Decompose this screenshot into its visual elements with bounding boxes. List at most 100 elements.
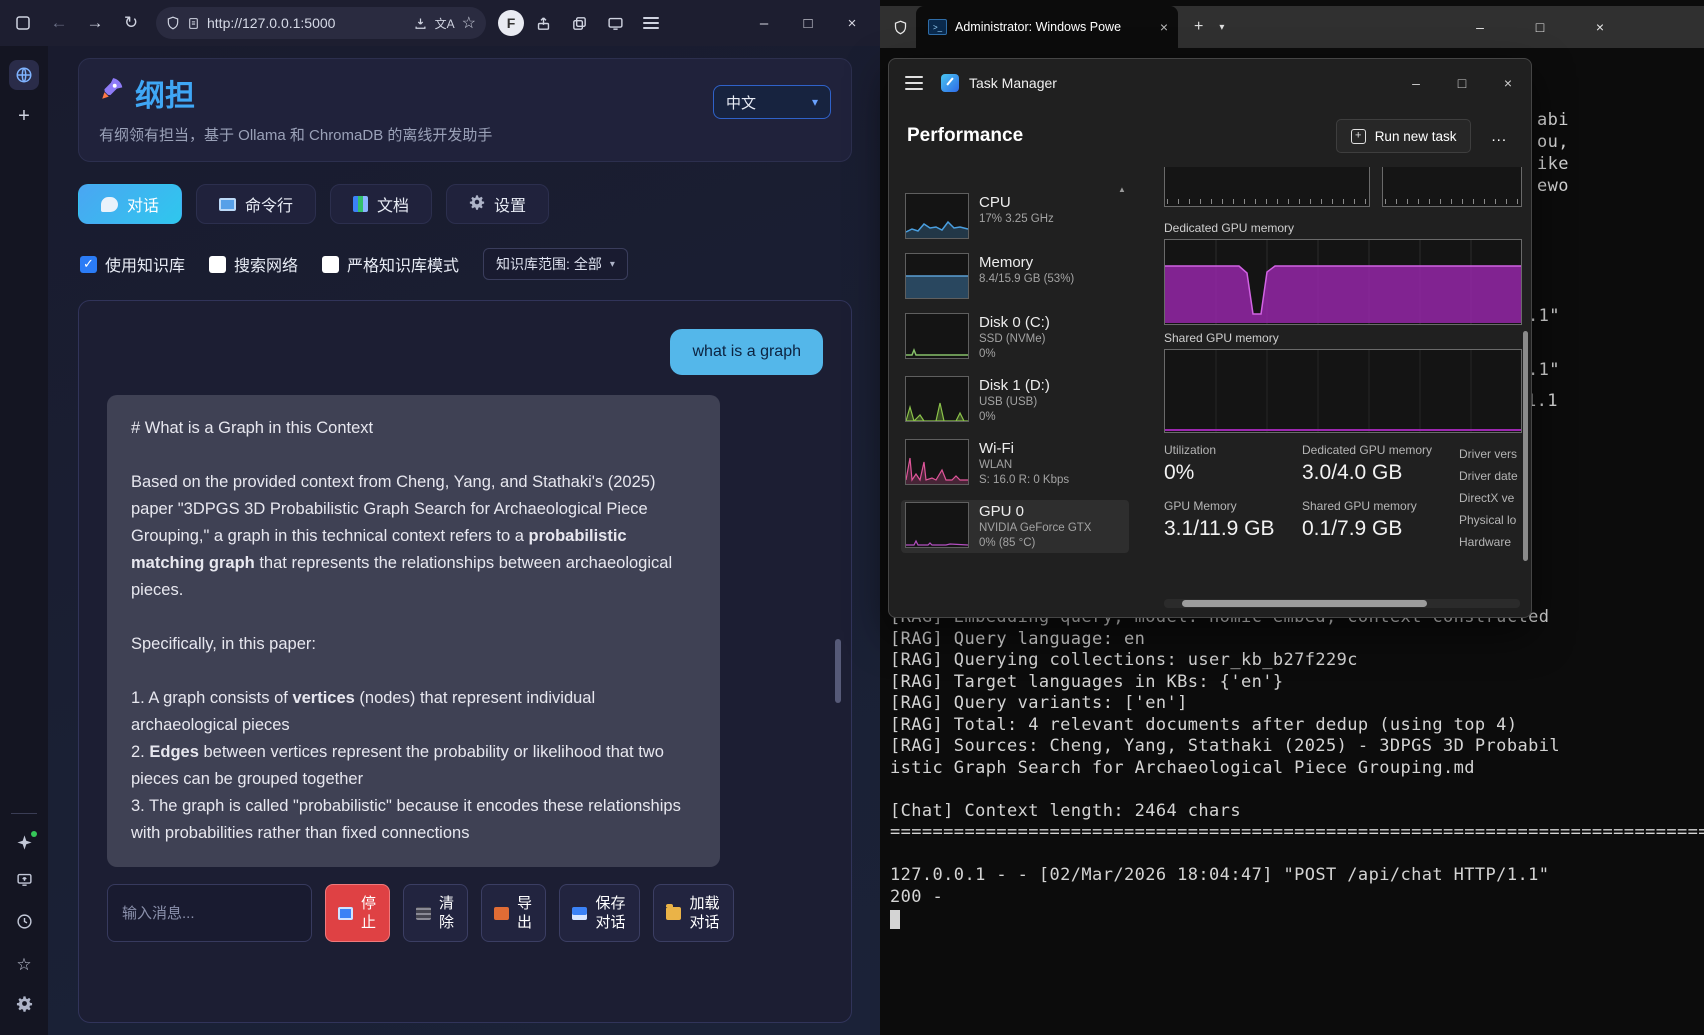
disk0-graph-thumbnail bbox=[905, 313, 969, 359]
vertical-scrollbar[interactable] bbox=[1523, 331, 1528, 561]
export-icon bbox=[494, 906, 509, 920]
favorites-star-icon[interactable]: ☆ bbox=[16, 955, 31, 975]
dedicated-gpu-memory-label: Dedicated GPU memory bbox=[1164, 221, 1295, 235]
wifi-graph-thumbnail bbox=[905, 439, 969, 485]
option-use-knowledge-base[interactable]: ✓ 使用知识库 bbox=[80, 252, 185, 276]
horizontal-scrollbar[interactable] bbox=[1164, 599, 1520, 608]
save-chat-button[interactable]: 保存对话 bbox=[559, 884, 640, 942]
terminal-text-fragment: ike bbox=[1537, 154, 1569, 174]
site-security-shield-icon[interactable] bbox=[166, 16, 180, 30]
terminal-monitor-icon bbox=[219, 197, 237, 211]
stop-button[interactable]: 停止 bbox=[325, 884, 390, 942]
forward-button[interactable]: → bbox=[78, 7, 112, 39]
stat-dedicated-memory: Dedicated GPU memory 3.0/4.0 GB bbox=[1302, 443, 1433, 484]
favorite-star-icon[interactable]: ☆ bbox=[462, 13, 476, 33]
hamburger-menu-icon[interactable] bbox=[905, 76, 923, 90]
shared-gpu-memory-chart bbox=[1164, 349, 1522, 433]
app-title: 纲担 bbox=[135, 80, 195, 113]
tab-settings[interactable]: 设置 bbox=[446, 184, 550, 224]
option-label: 搜索网络 bbox=[234, 258, 299, 275]
collections-icon[interactable] bbox=[562, 7, 596, 39]
memory-graph-thumbnail bbox=[905, 253, 969, 299]
settings-gear-icon[interactable] bbox=[16, 995, 33, 1017]
tm-close-button[interactable]: × bbox=[1485, 59, 1531, 107]
language-select[interactable]: 中文 ▾ bbox=[713, 85, 831, 119]
sidebar-divider bbox=[11, 813, 37, 814]
tab-chat[interactable]: 对话 bbox=[78, 184, 183, 224]
tab-actions-icon[interactable] bbox=[6, 7, 40, 39]
run-new-task-label: Run new task bbox=[1374, 128, 1457, 144]
terminal-text-fragment: .1" bbox=[1528, 360, 1560, 380]
load-chat-button[interactable]: 加载对话 bbox=[653, 884, 734, 942]
checkbox-icon[interactable]: ✓ bbox=[322, 255, 340, 273]
share-icon[interactable] bbox=[526, 7, 560, 39]
save-icon bbox=[572, 906, 587, 920]
browser-window: ← → ↻ http://127.0.0.1:5000 文A ☆ F – □ ×… bbox=[0, 0, 880, 1035]
gpu-detail-panel: Dedicated GPU memory Shared GPU memory U… bbox=[1164, 167, 1522, 617]
chat-input-row: 停止 清除 导出 保存对话 bbox=[107, 884, 823, 942]
language-value: 中文 bbox=[726, 94, 757, 112]
disk1-graph-thumbnail bbox=[905, 376, 969, 422]
stat-shared-memory: Shared GPU memory 0.1/7.9 GB bbox=[1302, 499, 1417, 540]
perf-item-memory[interactable]: Memory 8.4/15.9 GB (53%) bbox=[901, 251, 1129, 301]
task-manager-app-icon bbox=[941, 74, 959, 92]
chat-panel: what is a graph # What is a Graph in thi… bbox=[78, 300, 852, 1023]
task-manager-header: Performance Run new task ... bbox=[889, 107, 1531, 165]
export-button[interactable]: 导出 bbox=[481, 884, 546, 942]
back-button[interactable]: ← bbox=[42, 7, 76, 39]
partial-charts-row bbox=[1164, 167, 1522, 207]
profile-avatar[interactable]: F bbox=[498, 10, 524, 36]
tab-documents[interactable]: 文档 bbox=[330, 184, 433, 224]
folder-icon bbox=[666, 903, 681, 920]
option-strict-kb-mode[interactable]: ✓ 严格知识库模式 bbox=[322, 252, 459, 276]
horizontal-scrollbar-thumb[interactable] bbox=[1182, 600, 1427, 607]
clear-button[interactable]: 清除 bbox=[403, 884, 468, 942]
reload-button[interactable]: ↻ bbox=[114, 7, 148, 39]
run-new-task-button[interactable]: Run new task bbox=[1335, 119, 1472, 153]
perf-item-cpu[interactable]: CPU 17% 3.25 GHz bbox=[901, 191, 1129, 241]
option-label: 严格知识库模式 bbox=[347, 258, 460, 275]
copilot-sparkle-icon[interactable] bbox=[16, 831, 37, 851]
terminal-text-fragment: ou, bbox=[1537, 132, 1569, 152]
performance-sidebar: CPU 17% 3.25 GHz Memory 8.4/15.9 GB (53%… bbox=[901, 191, 1129, 617]
browser-maximize-button[interactable]: □ bbox=[786, 7, 830, 39]
options-row: ✓ 使用知识库 ✓ 搜索网络 ✓ 严格知识库模式 知识库范围: 全部 ▾ bbox=[80, 248, 880, 280]
chevron-down-icon: ▾ bbox=[609, 258, 615, 270]
screen-share-icon[interactable] bbox=[16, 871, 33, 893]
checkbox-icon[interactable]: ✓ bbox=[209, 255, 227, 273]
perf-item-wifi[interactable]: Wi-Fi WLAN S: 16.0 R: 0 Kbps bbox=[901, 437, 1129, 490]
perf-item-disk0[interactable]: Disk 0 (C:) SSD (NVMe) 0% bbox=[901, 311, 1129, 364]
page-document-icon bbox=[187, 17, 200, 30]
tab-documents-label: 文档 bbox=[377, 198, 410, 215]
translate-icon[interactable]: 文A bbox=[435, 15, 455, 32]
chat-scrollbar[interactable] bbox=[835, 639, 841, 703]
address-bar[interactable]: http://127.0.0.1:5000 文A ☆ bbox=[156, 7, 486, 39]
browser-close-button[interactable]: × bbox=[830, 7, 874, 39]
tab-command-line[interactable]: 命令行 bbox=[196, 184, 317, 224]
kb-scope-label: 知识库范围: 全部 bbox=[496, 256, 602, 272]
perf-item-disk1[interactable]: Disk 1 (D:) USB (USB) 0% bbox=[901, 374, 1129, 427]
stop-icon bbox=[338, 906, 353, 920]
sidebar-add-icon[interactable]: + bbox=[18, 106, 30, 126]
checkbox-icon[interactable]: ✓ bbox=[80, 255, 97, 273]
workspaces-icon[interactable] bbox=[9, 60, 39, 90]
option-search-web[interactable]: ✓ 搜索网络 bbox=[209, 252, 298, 276]
stat-gpu-memory: GPU Memory 3.1/11.9 GB bbox=[1164, 499, 1275, 540]
tm-maximize-button[interactable]: □ bbox=[1439, 59, 1485, 107]
devices-icon[interactable] bbox=[598, 7, 632, 39]
chat-input[interactable] bbox=[107, 884, 312, 942]
more-options-button[interactable]: ... bbox=[1485, 127, 1513, 146]
browser-minimize-button[interactable]: – bbox=[742, 7, 786, 39]
gpu-info-labels-truncated: Driver vers Driver date DirectX ve Physi… bbox=[1459, 447, 1518, 549]
kb-scope-dropdown[interactable]: 知识库范围: 全部 ▾ bbox=[483, 248, 628, 280]
tm-minimize-button[interactable]: – bbox=[1393, 59, 1439, 107]
browser-menu-icon[interactable] bbox=[634, 7, 668, 39]
browser-sidebar: + ☆ bbox=[0, 46, 48, 1035]
perf-item-gpu0[interactable]: GPU 0 NVIDIA GeForce GTX 0% (85 °C) bbox=[901, 500, 1129, 553]
notification-dot bbox=[30, 831, 37, 837]
terminal-text-fragment: .1" bbox=[1528, 306, 1560, 326]
download-icon[interactable] bbox=[413, 16, 428, 31]
history-clock-icon[interactable] bbox=[16, 913, 33, 935]
gear-icon bbox=[469, 194, 485, 215]
app-subtitle: 有纲领有担当，基于 Ollama 和 ChromaDB 的离线开发助手 bbox=[99, 127, 493, 144]
